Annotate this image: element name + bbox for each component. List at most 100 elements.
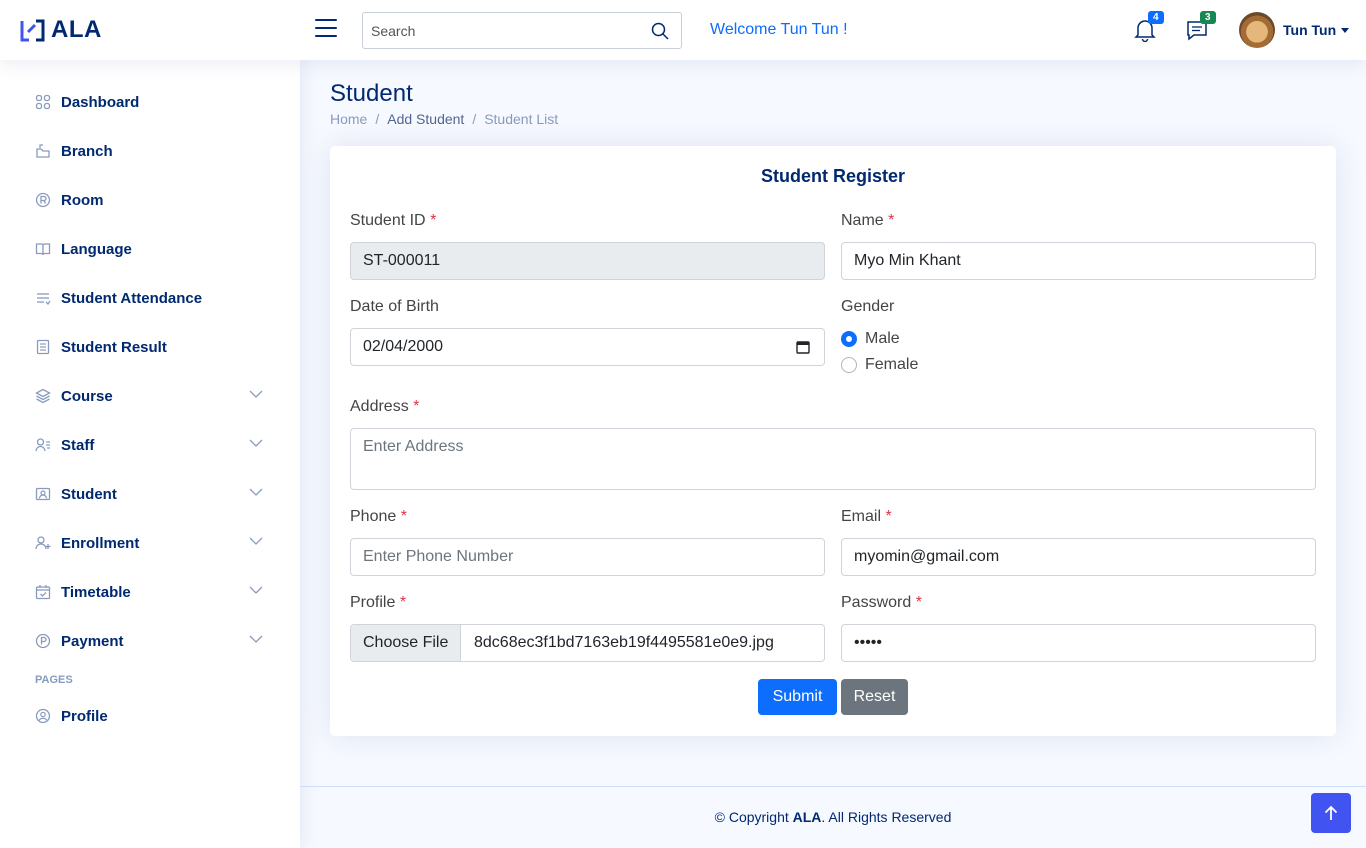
welcome-text: Welcome Tun Tun ! (710, 21, 848, 38)
arrow-up-icon (1324, 805, 1338, 820)
layers-icon (35, 388, 51, 404)
chevron-down-icon (249, 439, 263, 447)
sidebar-item-label: Profile (61, 707, 108, 725)
phone-field[interactable]: Enter Phone Number (350, 538, 825, 576)
gender-label: Gender (841, 298, 895, 315)
sidebar-item-staff[interactable]: Staff (35, 433, 270, 457)
sidebar-item-student-attendance[interactable]: Student Attendance (35, 286, 270, 310)
messages-badge: 3 (1200, 11, 1216, 24)
page-title: Student (330, 80, 413, 107)
sidebar-item-dashboard[interactable]: Dashboard (35, 90, 270, 114)
student-id-label: Student ID * (350, 212, 437, 229)
sidebar-item-course[interactable]: Course (35, 384, 270, 408)
search-bar (362, 12, 682, 49)
person-circle-icon (35, 708, 51, 724)
footer: © Copyright ALA. All Rights Reserved (714, 809, 952, 825)
sidebar-item-label: Timetable (61, 583, 131, 601)
top-header: ALA Welcome Tun Tun ! 4 3 Tun Tun (0, 0, 1366, 60)
name-field[interactable]: Myo Min Khant (841, 242, 1316, 280)
logo[interactable]: ALA (20, 16, 102, 44)
address-label: Address * (350, 398, 420, 415)
sidebar-item-label: Student Result (61, 338, 167, 356)
password-field[interactable]: ••••• (841, 624, 1316, 662)
email-field[interactable]: myomin@gmail.com (841, 538, 1316, 576)
profile-file-input[interactable]: Choose File 8dc68ec3f1bd7163eb19f4495581… (350, 624, 825, 662)
payment-icon (35, 633, 51, 649)
document-icon (36, 339, 50, 355)
submit-button[interactable]: Submit (758, 679, 837, 715)
search-icon[interactable] (651, 22, 669, 40)
sidebar-item-label: Dashboard (61, 93, 140, 111)
sidebar-item-branch[interactable]: Branch (35, 139, 270, 163)
phone-label: Phone * (350, 508, 407, 525)
chevron-down-icon (249, 488, 263, 496)
sidebar-item-profile[interactable]: Profile (35, 704, 270, 728)
password-label: Password * (841, 594, 922, 611)
list-icon (37, 293, 51, 306)
book-icon (35, 243, 51, 256)
calendar-icon[interactable] (796, 340, 810, 354)
dob-field[interactable]: 02/04/2000 (350, 328, 825, 366)
sidebar-item-label: Student (61, 485, 117, 503)
branch-icon (36, 144, 50, 158)
student-id-field: ST-000011 (350, 242, 825, 280)
avatar[interactable] (1239, 12, 1275, 48)
sidebar-item-enrollment[interactable]: Enrollment (35, 531, 270, 555)
sidebar: Dashboard Branch Room Language Student A… (0, 60, 300, 848)
caret-down-icon (1341, 27, 1350, 33)
sidebar-item-timetable[interactable]: Timetable (35, 580, 270, 604)
gender-female-radio[interactable]: Female (841, 356, 918, 374)
name-label: Name * (841, 212, 895, 229)
sidebar-item-payment[interactable]: Payment (35, 629, 270, 653)
sidebar-item-label: Room (61, 191, 104, 209)
breadcrumb-student-list[interactable]: Student List (484, 111, 558, 127)
required-mark: * (399, 594, 407, 611)
sidebar-item-language[interactable]: Language (35, 237, 270, 261)
chevron-down-icon (249, 586, 263, 594)
choose-file-button[interactable]: Choose File (351, 625, 462, 661)
sidebar-item-room[interactable]: Room (35, 188, 270, 212)
sidebar-item-label: Payment (61, 632, 124, 650)
sidebar-item-student[interactable]: Student (35, 482, 270, 506)
email-label: Email * (841, 508, 892, 525)
chevron-down-icon (249, 537, 263, 545)
required-mark: * (430, 212, 437, 229)
required-mark: * (413, 398, 420, 415)
required-mark: * (400, 508, 407, 525)
user-menu[interactable]: Tun Tun (1283, 22, 1350, 38)
person-plus-icon (35, 536, 51, 550)
sidebar-item-label: Course (61, 387, 113, 405)
search-input[interactable] (363, 13, 633, 48)
breadcrumb-home[interactable]: Home (330, 111, 367, 127)
notifications-badge: 4 (1148, 11, 1164, 24)
breadcrumb-separator: / (375, 111, 380, 127)
menu-toggle-icon[interactable] (315, 19, 337, 39)
form-title: Student Register (760, 166, 906, 186)
person-lines-icon (35, 438, 50, 452)
breadcrumb: Home / Add Student / Student List (330, 111, 558, 127)
gender-male-radio[interactable]: Male (841, 330, 900, 348)
chevron-down-icon (249, 390, 263, 398)
breadcrumb-add-student[interactable]: Add Student (387, 111, 464, 127)
logo-icon (20, 19, 45, 41)
required-mark: * (885, 508, 892, 525)
chevron-down-icon (249, 635, 263, 643)
dob-label: Date of Birth (350, 298, 439, 315)
reset-button[interactable]: Reset (841, 679, 908, 715)
student-register-card: Student Register Student ID * ST-000011 … (330, 146, 1336, 736)
person-badge-icon (35, 487, 51, 501)
breadcrumb-separator: / (472, 111, 477, 127)
profile-label: Profile * (350, 594, 407, 611)
sidebar-item-student-result[interactable]: Student Result (35, 335, 270, 359)
address-textarea[interactable]: Enter Address (350, 428, 1316, 490)
sidebar-item-label: Student Attendance (61, 289, 203, 307)
registered-icon (35, 192, 51, 208)
sidebar-item-label: Enrollment (61, 534, 140, 552)
grid-icon (35, 94, 51, 110)
footer-divider (300, 786, 1366, 787)
required-mark: * (888, 212, 895, 229)
logo-text: ALA (51, 16, 102, 43)
back-to-top-button[interactable] (1311, 793, 1351, 833)
sidebar-item-label: Staff (61, 436, 95, 454)
footer-brand: ALA (792, 809, 822, 825)
